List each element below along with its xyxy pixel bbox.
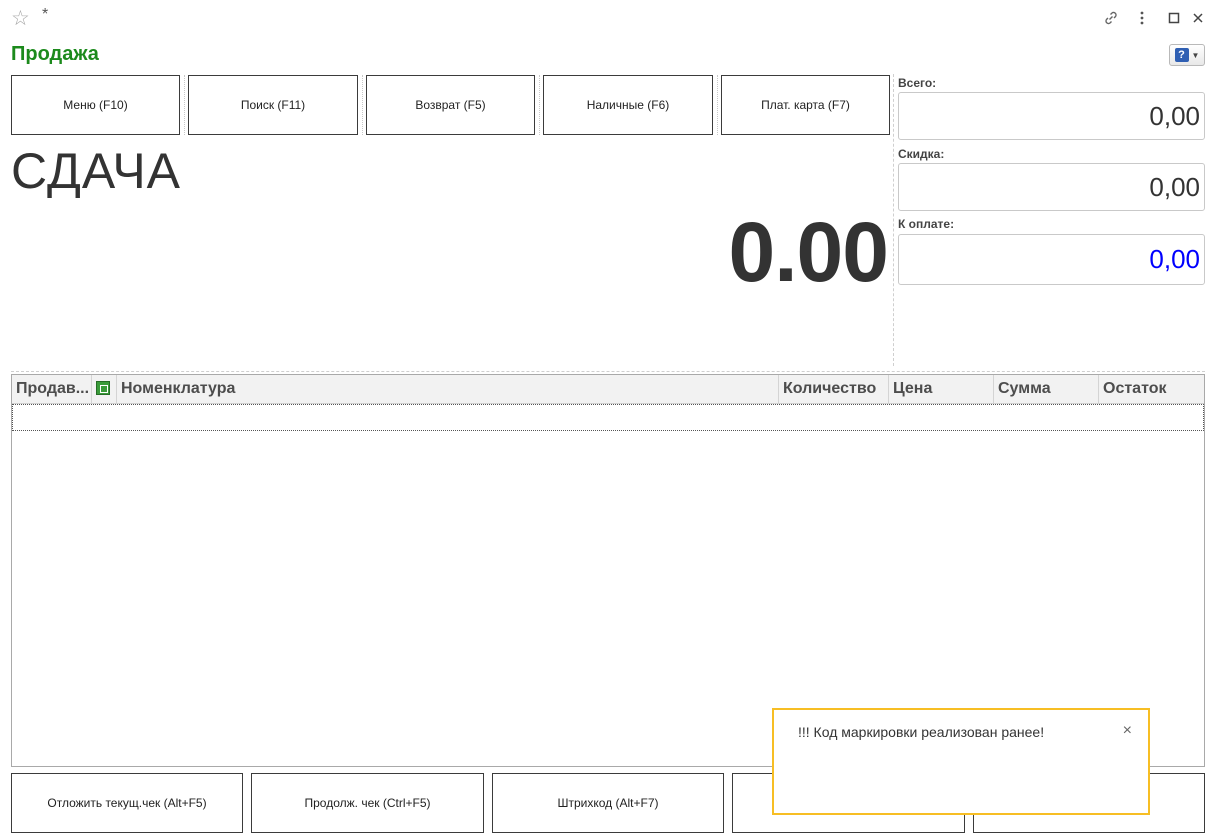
modified-indicator: *: [42, 6, 49, 23]
more-menu-icon[interactable]: [1132, 8, 1152, 28]
column-sum[interactable]: Сумма: [994, 375, 1099, 403]
menu-button[interactable]: Меню (F10): [11, 75, 180, 135]
column-remainder[interactable]: Остаток: [1099, 375, 1204, 403]
help-button[interactable]: ? ▼: [1169, 44, 1205, 66]
button-separator: [539, 75, 540, 135]
defer-check-button[interactable]: Отложить текущ.чек (Alt+F5): [11, 773, 243, 833]
column-seller[interactable]: Продав...: [12, 375, 92, 403]
cash-button[interactable]: Наличные (F6): [543, 75, 713, 135]
total-label: Всего:: [898, 76, 937, 90]
page-title: Продажа: [11, 43, 99, 65]
table-header: Продав... Номенклатура Количество Цена С…: [12, 375, 1204, 404]
discount-field[interactable]: 0,00: [898, 163, 1205, 211]
notification-popup: !!! Код маркировки реализован ранее! ×: [772, 708, 1150, 815]
section-divider: [11, 371, 1205, 372]
panel-divider: [893, 74, 894, 366]
to-pay-field[interactable]: 0,00: [898, 234, 1205, 285]
table-row[interactable]: [12, 404, 1204, 431]
return-button[interactable]: Возврат (F5): [366, 75, 535, 135]
notification-text: !!! Код маркировки реализован ранее!: [798, 724, 1045, 740]
to-pay-label: К оплате:: [898, 217, 955, 231]
column-price[interactable]: Цена: [889, 375, 994, 403]
link-icon[interactable]: [1101, 8, 1121, 28]
discount-label: Скидка:: [898, 147, 945, 161]
favorite-star-icon[interactable]: ☆: [11, 8, 33, 30]
change-value: 0.00: [728, 205, 889, 299]
maximize-icon[interactable]: [1164, 8, 1184, 28]
marking-code-icon: [96, 381, 110, 395]
column-nomenclature[interactable]: Номенклатура: [117, 375, 779, 403]
card-payment-button[interactable]: Плат. карта (F7): [721, 75, 890, 135]
total-field[interactable]: 0,00: [898, 92, 1205, 140]
button-separator: [717, 75, 718, 135]
close-icon[interactable]: ×: [1123, 723, 1132, 739]
chevron-down-icon: ▼: [1191, 50, 1200, 60]
close-icon[interactable]: [1188, 8, 1208, 28]
continue-check-button[interactable]: Продолж. чек (Ctrl+F5): [251, 773, 484, 833]
help-icon: ?: [1174, 48, 1189, 62]
button-separator: [362, 75, 363, 135]
search-button[interactable]: Поиск (F11): [188, 75, 358, 135]
barcode-button[interactable]: Штрихкод (Alt+F7): [492, 773, 724, 833]
column-quantity[interactable]: Количество: [779, 375, 889, 403]
change-label: СДАЧА: [11, 143, 181, 199]
button-separator: [184, 75, 185, 135]
column-marking[interactable]: [92, 375, 117, 403]
